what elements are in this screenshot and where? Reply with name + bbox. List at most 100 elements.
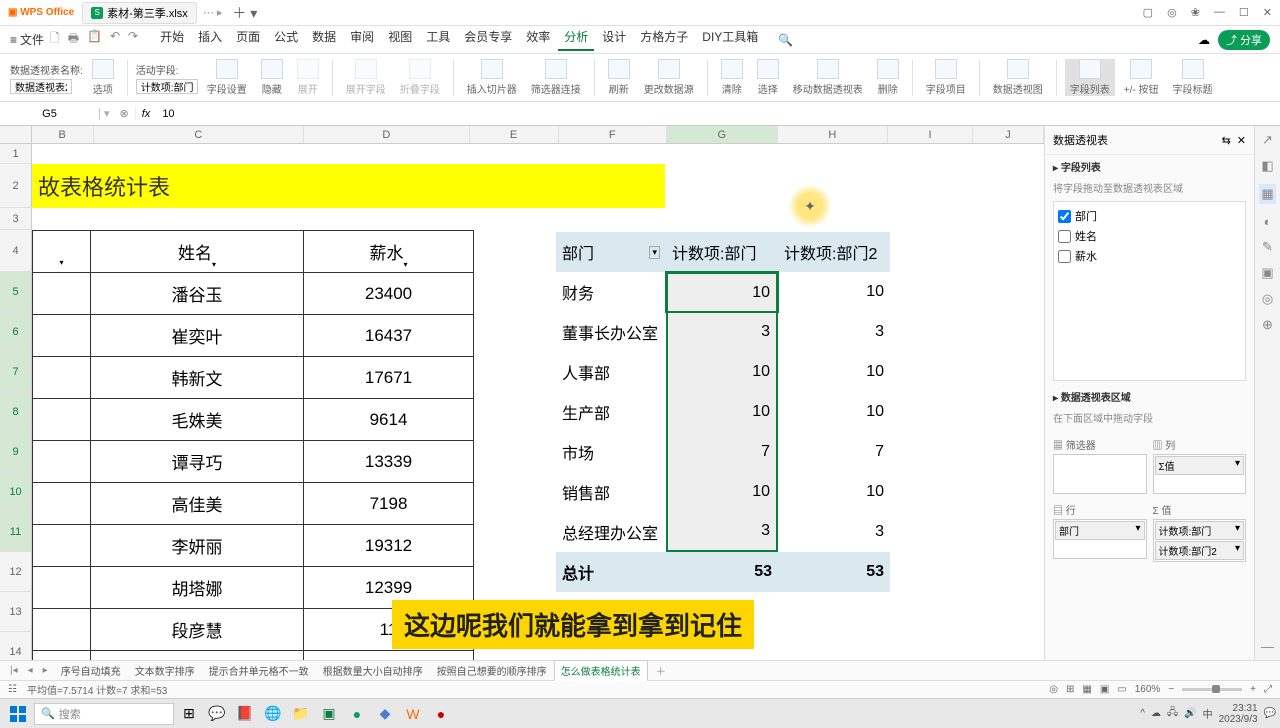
pivot-table[interactable]: 部门▾计数项:部门计数项:部门2财务1010董事长办公室33人事部1010生产部… <box>556 232 890 592</box>
zoom-in-button[interactable]: + <box>1250 684 1256 695</box>
tab-more-icon[interactable]: ⋯ ▸ <box>203 6 223 19</box>
options-button[interactable]: 选项 <box>87 59 119 96</box>
redo-icon[interactable]: ↷ <box>128 29 138 50</box>
edge-icon[interactable]: 🌐 <box>260 702 286 726</box>
column-area[interactable]: Σ值▾ <box>1153 454 1247 494</box>
record-icon[interactable]: ● <box>428 702 454 726</box>
table-cell[interactable]: 17671 <box>304 357 474 399</box>
pivot-cell[interactable]: 10 <box>778 272 890 312</box>
row-head-11[interactable]: 11 <box>0 512 32 552</box>
menu-item-视图[interactable]: 视图 <box>382 28 418 51</box>
fx-icon[interactable]: fx <box>136 108 157 120</box>
area-item[interactable]: 计数项:部门▾ <box>1155 521 1245 540</box>
toolbar-icon[interactable]: ◎ <box>1262 291 1273 307</box>
pivot-cell[interactable]: 10 <box>666 272 778 312</box>
sheet-tab[interactable]: 序号自动填充 <box>54 660 128 681</box>
col-head-C[interactable]: C <box>94 126 304 143</box>
pivot-cell[interactable]: 市场 <box>556 432 666 472</box>
menu-item-效率[interactable]: 效率 <box>520 28 556 51</box>
sheet-tab[interactable]: 文本数字排序 <box>128 660 202 681</box>
formula-cancel-icon[interactable]: ⊗ <box>114 107 136 120</box>
move-button[interactable]: 移动数据透视表 <box>788 59 868 96</box>
zoom-slider[interactable] <box>1182 688 1242 691</box>
menu-item-分析[interactable]: 分析 <box>558 28 594 51</box>
col-head-J[interactable]: J <box>973 126 1044 143</box>
hide-button[interactable]: 隐藏 <box>256 59 288 96</box>
table-cell[interactable]: 潘谷玉 <box>91 273 304 315</box>
table-header[interactable]: ▾ <box>33 231 91 273</box>
row-head-13[interactable]: 13 <box>0 592 32 632</box>
pivot-total[interactable]: 53 <box>666 552 778 592</box>
pivot-cell[interactable]: 3 <box>666 512 778 552</box>
tool-icon[interactable]: 📋 <box>87 29 102 50</box>
menu-item-开始[interactable]: 开始 <box>154 28 190 51</box>
toolbar-icon[interactable]: ⊕ <box>1262 317 1273 333</box>
file-menu[interactable]: ≡ 文件 <box>10 31 44 48</box>
search-icon[interactable]: 🔍 <box>778 33 793 47</box>
table-cell[interactable] <box>33 399 91 441</box>
pivot-cell[interactable]: 10 <box>666 392 778 432</box>
col-head-I[interactable]: I <box>888 126 973 143</box>
toolbar-icon[interactable]: ▦ <box>1259 184 1275 204</box>
row-head-8[interactable]: 8 <box>0 392 32 432</box>
col-head-G[interactable]: G <box>667 126 778 143</box>
pivot-total[interactable]: 总计 <box>556 552 666 592</box>
select-button[interactable]: 选择 <box>752 59 784 96</box>
toolbar-icon[interactable]: ◐ <box>1264 214 1272 229</box>
menu-item-审阅[interactable]: 审阅 <box>344 28 380 51</box>
field-checkbox[interactable]: 姓名 <box>1058 226 1241 246</box>
field-header-button[interactable]: 字段标题 <box>1168 59 1218 96</box>
new-tab-button[interactable]: ＋ ▾ <box>232 3 257 23</box>
field-list-button[interactable]: 字段列表 <box>1065 59 1115 96</box>
app-icon[interactable]: ● <box>344 702 370 726</box>
table-cell[interactable]: 23400 <box>304 273 474 315</box>
table-cell[interactable] <box>33 273 91 315</box>
sheet-tab[interactable]: 提示合并单元格不一致 <box>202 660 316 681</box>
menu-item-设计[interactable]: 设计 <box>596 28 632 51</box>
area-item[interactable]: Σ值▾ <box>1155 456 1245 475</box>
toolbar-icon[interactable]: ✎ <box>1262 239 1273 255</box>
taskbar-search[interactable]: 🔍 搜索 <box>34 703 174 725</box>
tab-nav-prev[interactable]: ◂ <box>24 665 37 676</box>
zoom-value[interactable]: 160% <box>1135 684 1161 695</box>
start-button[interactable] <box>4 702 32 726</box>
pivot-cell[interactable]: 10 <box>666 472 778 512</box>
pivot-cell[interactable]: 总经理办公室 <box>556 512 666 552</box>
table-cell[interactable]: 蔡韧颖 <box>91 651 304 661</box>
table-cell[interactable]: 高佳美 <box>91 483 304 525</box>
table-cell[interactable] <box>33 315 91 357</box>
expand-field-button[interactable]: 展开字段 <box>341 59 391 96</box>
wps-icon[interactable]: W <box>400 702 426 726</box>
spreadsheet-grid[interactable]: BCDEFGHIJ 1234567891011121314 故表格统计表 ▾姓名… <box>0 126 1044 660</box>
row-head-1[interactable]: 1 <box>0 144 32 164</box>
task-view-icon[interactable]: ⊞ <box>176 702 202 726</box>
notification-icon[interactable]: 💬 <box>1264 708 1276 719</box>
app-icon[interactable]: 📕 <box>232 702 258 726</box>
row-head-12[interactable]: 12 <box>0 552 32 592</box>
table-cell[interactable]: 9614 <box>304 399 474 441</box>
table-cell[interactable]: 毛姝美 <box>91 399 304 441</box>
insert-slicer-button[interactable]: 插入切片器 <box>462 59 522 96</box>
pivot-header[interactable]: 计数项:部门 <box>666 232 778 272</box>
table-cell[interactable]: 1 <box>304 651 474 661</box>
toolbar-icon[interactable]: ◧ <box>1261 158 1273 174</box>
view-icon[interactable]: ▭ <box>1117 684 1126 695</box>
menu-item-方格方子[interactable]: 方格方子 <box>634 28 694 51</box>
sheet-tab[interactable]: 怎么做表格统计表 <box>554 660 648 681</box>
row-head-4[interactable]: 4 <box>0 230 32 272</box>
row-head-9[interactable]: 9 <box>0 432 32 472</box>
table-cell[interactable] <box>33 525 91 567</box>
menu-item-页面[interactable]: 页面 <box>230 28 266 51</box>
table-cell[interactable]: 13339 <box>304 441 474 483</box>
window-icon-3[interactable]: ❀ <box>1191 6 1200 19</box>
app-icon[interactable]: 💬 <box>204 702 230 726</box>
col-head-E[interactable]: E <box>470 126 559 143</box>
table-cell[interactable]: 韩新文 <box>91 357 304 399</box>
ime-icon[interactable]: 中 <box>1203 706 1213 721</box>
table-cell[interactable] <box>33 441 91 483</box>
col-head-B[interactable]: B <box>32 126 94 143</box>
pivot-total[interactable]: 53 <box>778 552 890 592</box>
table-cell[interactable] <box>33 651 91 661</box>
taskbar-clock[interactable]: 23:31 2023/9/3 <box>1219 703 1258 725</box>
collapse-icon[interactable]: — <box>1261 639 1274 654</box>
